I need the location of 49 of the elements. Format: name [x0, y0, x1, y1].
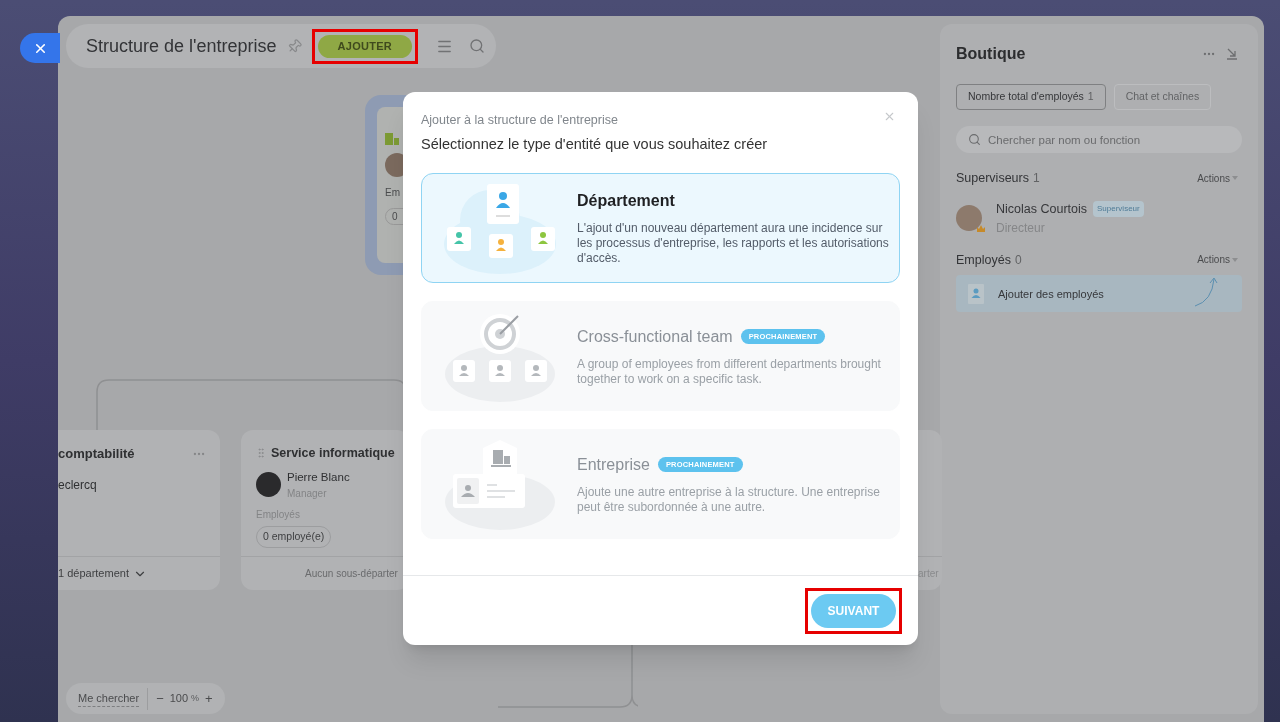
section-heading: Employés — [956, 251, 1011, 269]
zoom-in-button[interactable]: + — [205, 688, 213, 709]
actions-dropdown[interactable]: Actions — [1197, 170, 1242, 186]
close-button[interactable] — [20, 33, 60, 63]
avatar — [956, 205, 982, 232]
person-name: Pierre Blanc — [287, 469, 350, 485]
card-title: Service informatique — [271, 445, 395, 462]
zoom-value: 100 — [169, 691, 189, 707]
subdepartment-count[interactable]: 1 département — [58, 565, 129, 582]
search-icon[interactable] — [469, 38, 486, 54]
building-icon — [385, 133, 399, 145]
option-description: L'ajout d'un nouveau département aura une incidence sur les processus d'entreprise, les rapports et les autorisations d'accès. — [577, 221, 889, 266]
search-field[interactable]: Chercher par nom ou fonction — [956, 126, 1242, 153]
page-title: Structure de l'entreprise — [86, 34, 277, 58]
drag-handle-icon[interactable] — [255, 447, 267, 460]
section-count: 1 — [1032, 170, 1040, 188]
search-icon — [968, 133, 981, 146]
collapse-icon[interactable] — [1226, 48, 1238, 60]
option-title: Département — [577, 191, 675, 211]
option-description: Ajoute une autre entreprise à la structure. Une entreprise peut être subordonnée à une autre. — [577, 484, 881, 515]
avatar — [256, 472, 281, 498]
person-card-icon — [968, 283, 984, 304]
zoom-out-button[interactable]: − — [156, 688, 164, 709]
subdepartment-status: Aucun sous-départer — [305, 567, 398, 581]
option-title: Cross-functional team — [577, 326, 733, 347]
option-description: A group of employees from different departments brought together to work on a specific task. — [577, 356, 882, 387]
section-heading: Superviseurs — [956, 170, 1029, 187]
pointer-arrow-icon — [1194, 277, 1220, 308]
role-badge: Superviseur — [1093, 201, 1144, 218]
actions-dropdown[interactable]: Actions — [1197, 252, 1242, 268]
panel-title: Boutique — [956, 44, 1026, 64]
panel-tab[interactable]: Nombre total d'employés 1 — [956, 84, 1106, 110]
close-icon[interactable] — [883, 110, 896, 123]
add-button[interactable]: AJOUTER — [317, 34, 413, 58]
person-name: eclercq — [58, 476, 98, 494]
section-count: 0 — [1014, 251, 1022, 269]
panel-tab[interactable]: Chat et chaînes — [1113, 84, 1212, 110]
person-name[interactable]: Nicolas Courtois — [996, 199, 1087, 219]
option-title: Entreprise — [577, 454, 650, 475]
zoom-unit: % — [191, 691, 200, 705]
add-employees-label: Ajouter des employés — [998, 286, 1104, 302]
card-label: Em — [385, 186, 400, 200]
card-title: comptabilité — [58, 445, 135, 463]
dialog-subtitle: Ajouter à la structure de l'entreprise — [421, 112, 618, 129]
dialog-title: Sélectionnez le type d'entité que vous souhaitez créer — [421, 134, 769, 154]
crown-icon — [977, 225, 985, 233]
find-me-link[interactable]: Me chercher — [78, 689, 140, 708]
entity-type-option[interactable]: Département L'ajout d'un nouveau département aura une incidence sur les processus d'entreprise, les rapports et les autorisations d'accès. — [421, 172, 900, 283]
add-employees-row[interactable]: Ajouter des employés — [956, 275, 1242, 313]
